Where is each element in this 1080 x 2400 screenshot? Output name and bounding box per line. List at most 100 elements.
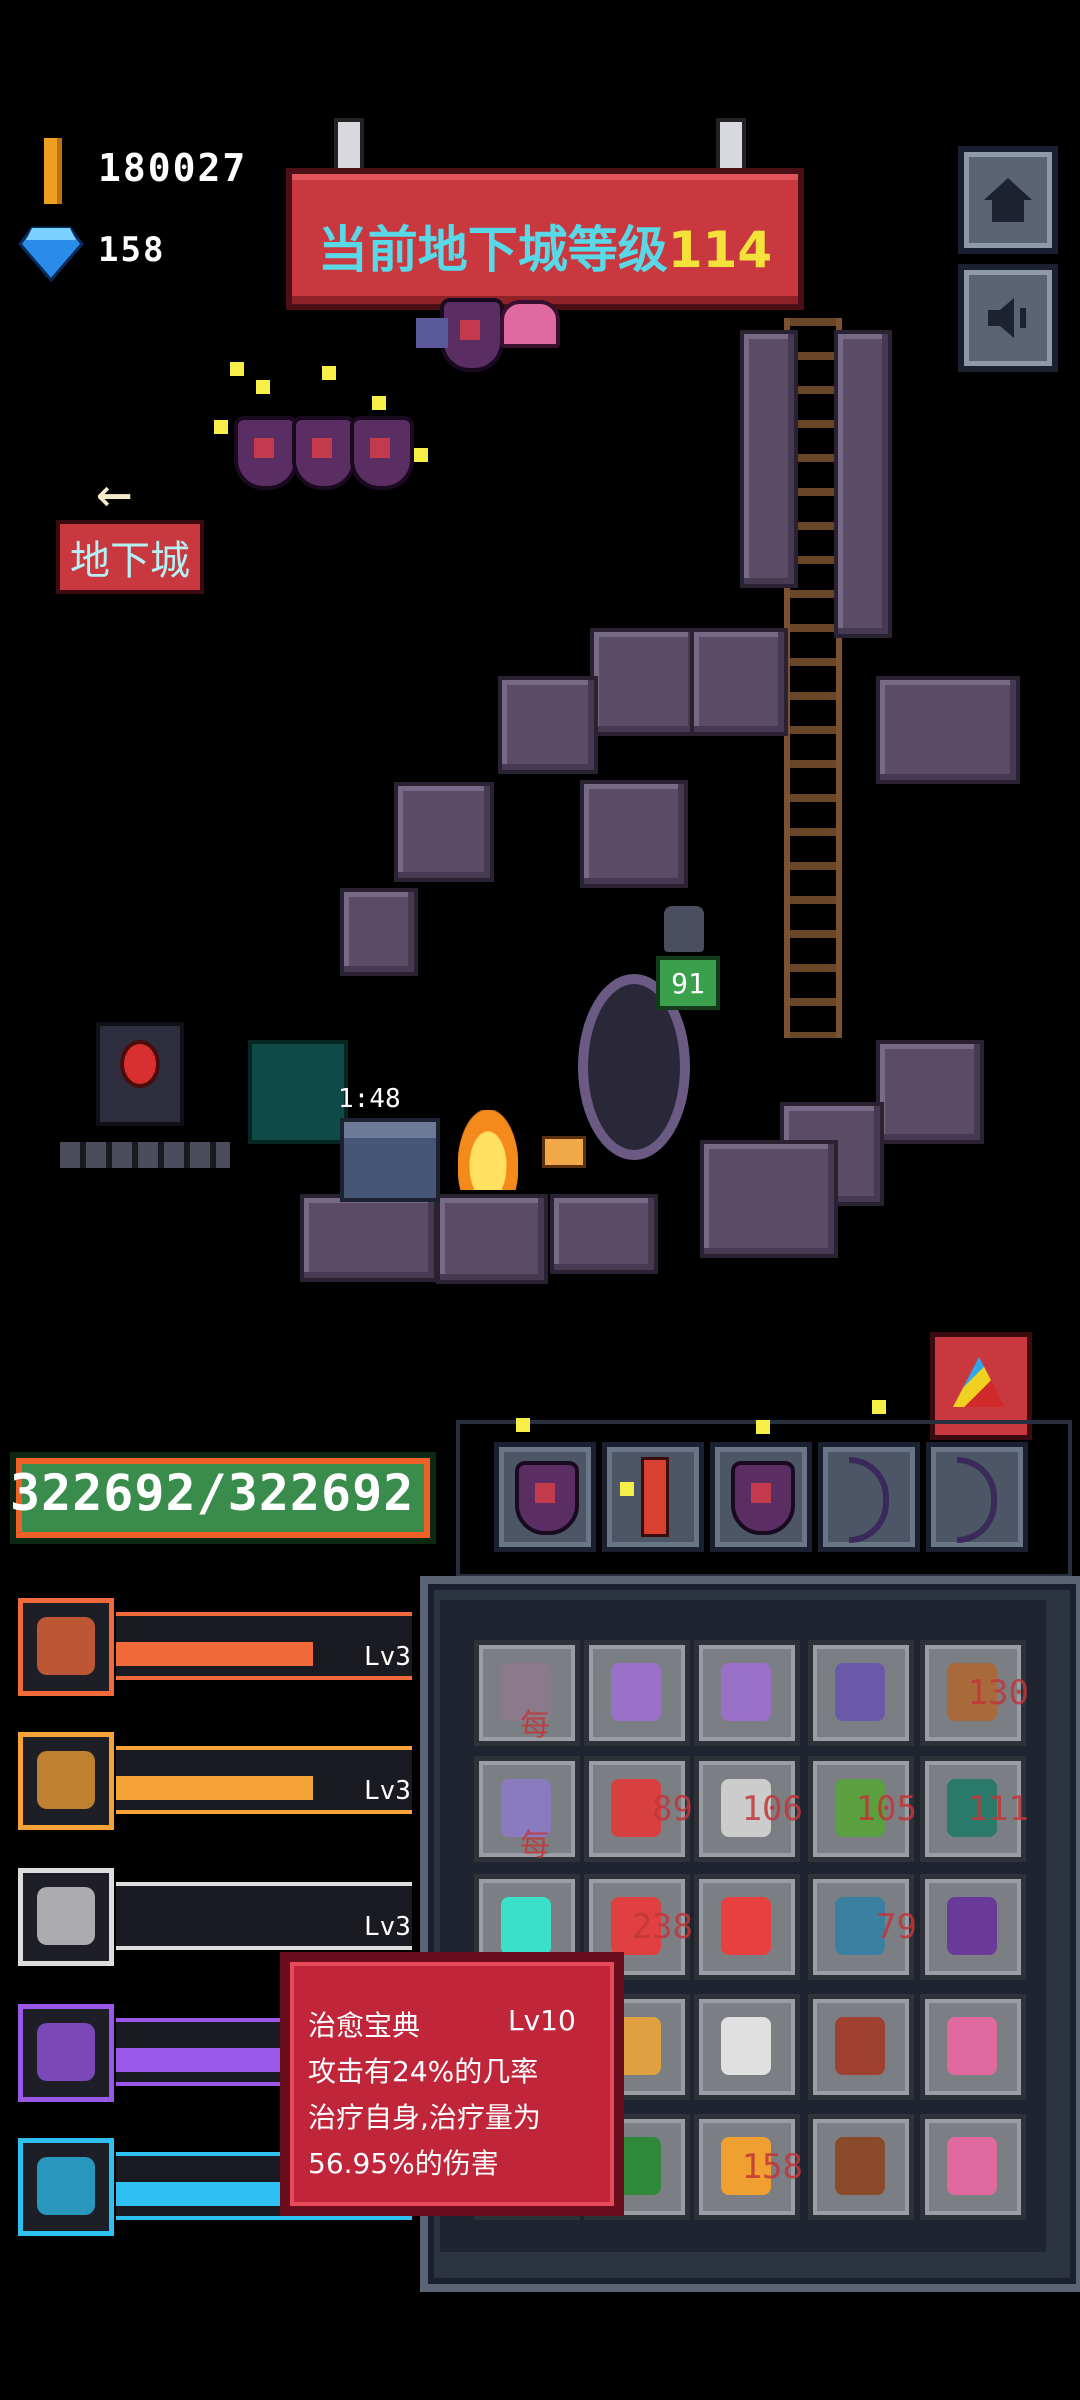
loot-shield-2[interactable]: [292, 416, 356, 490]
sparkle: [214, 420, 228, 434]
diamond-icon: [18, 226, 84, 282]
inventory-slot[interactable]: [920, 1874, 1026, 1980]
hp-text: 322692/322692: [10, 1464, 415, 1522]
item-count: 106: [741, 1789, 803, 1829]
rock: [876, 676, 1020, 784]
floating-wing: [416, 318, 448, 348]
sparkle: [414, 448, 428, 462]
item-icon: [835, 1663, 885, 1721]
banner-level: 114: [667, 221, 773, 279]
skill-icon-art: [37, 1617, 95, 1675]
item-icon: [721, 1663, 771, 1721]
back-arrow-icon[interactable]: ←: [96, 458, 132, 528]
item-count: 111: [967, 1789, 1029, 1829]
treasure-chest[interactable]: [340, 1118, 440, 1202]
inventory-slot[interactable]: [920, 2114, 1026, 2220]
item-icon: [721, 1897, 771, 1955]
inventory-slot[interactable]: 158: [694, 2114, 803, 2220]
boot-icon[interactable]: [18, 1868, 114, 1966]
tooltip-line-1: 攻击有24%的几率: [308, 2055, 539, 2088]
skill-xp-fill: [116, 2048, 296, 2072]
helmet-icon[interactable]: [18, 1598, 114, 1696]
item-label: 每: [520, 1828, 550, 1863]
inventory-slot[interactable]: 89: [584, 1756, 693, 1862]
equip-slot-rocket[interactable]: [602, 1442, 704, 1552]
skill-icon-art: [37, 2157, 95, 2215]
inventory-slot[interactable]: [694, 1874, 800, 1980]
item-count: 158: [741, 2147, 803, 2187]
sparkle: [756, 1420, 770, 1434]
rock-column: [834, 330, 892, 638]
bow-icon: [849, 1457, 889, 1543]
sparkle: [872, 1400, 886, 1414]
item-label: 每: [520, 1708, 550, 1743]
item-count: 79: [876, 1907, 917, 1947]
tooltip-title: 治愈宝典: [308, 2009, 421, 2042]
inventory-slot[interactable]: [920, 1994, 1026, 2100]
bow-arrows-icon[interactable]: [18, 2138, 114, 2236]
item-count: 238: [631, 1907, 693, 1947]
equip-slot-bow-2[interactable]: [926, 1442, 1028, 1552]
item-count: 130: [967, 1673, 1029, 1713]
cat-npc[interactable]: [664, 906, 704, 952]
item-count: 89: [652, 1789, 693, 1829]
inventory-slot[interactable]: 130: [920, 1640, 1029, 1746]
sparkle: [372, 396, 386, 410]
inventory-slot[interactable]: [808, 1640, 914, 1746]
rock: [690, 628, 788, 736]
dungeon-button[interactable]: 地下城: [56, 520, 204, 594]
equip-slot-shield[interactable]: [494, 1442, 596, 1552]
skill-level: Lv3: [364, 1912, 411, 1942]
inventory-slot[interactable]: 105: [808, 1756, 917, 1862]
house-icon: [984, 178, 1032, 222]
teal-block: [248, 1040, 348, 1144]
item-icon: [947, 2017, 997, 2075]
signpost[interactable]: [542, 1136, 586, 1168]
inventory-slot[interactable]: [694, 1994, 800, 2100]
rock: [590, 628, 698, 736]
inventory-slot[interactable]: [808, 1994, 914, 2100]
shield-icon: [731, 1461, 795, 1535]
gem-amount: 158: [98, 230, 166, 270]
skill-xp-fill: [116, 1642, 313, 1666]
inventory-slot[interactable]: 106: [694, 1756, 803, 1862]
rocket-icon: [641, 1457, 669, 1537]
rock: [550, 1194, 658, 1274]
loot-shield-3[interactable]: [350, 416, 414, 490]
campfire-icon[interactable]: [458, 1110, 518, 1190]
rock: [580, 780, 688, 888]
sound-button[interactable]: [958, 264, 1058, 372]
wand-icon[interactable]: [18, 2004, 114, 2102]
rock: [300, 1194, 438, 1282]
tooltip-level: Lv10: [508, 2004, 576, 2037]
speaker-icon: [988, 298, 1026, 338]
item-icon: [835, 2017, 885, 2075]
inventory-slot[interactable]: [808, 2114, 914, 2220]
gold-amount: 180027: [98, 146, 248, 190]
rock: [394, 782, 494, 882]
equip-slot-shield-2[interactable]: [710, 1442, 812, 1552]
inventory-slot[interactable]: [694, 1640, 800, 1746]
banner-label: 当前地下城等级: [317, 221, 668, 279]
red-eye-gem-icon: [120, 1040, 160, 1088]
inventory-slot[interactable]: [584, 1640, 690, 1746]
bridge: [60, 1142, 230, 1168]
floating-pink-axe: [500, 300, 560, 348]
inventory-slot[interactable]: 79: [808, 1874, 917, 1980]
bow-icon: [957, 1457, 997, 1543]
tooltip-line-2: 治疗自身,治疗量为: [308, 2101, 541, 2134]
dungeon-level-banner: 当前地下城等级114: [286, 168, 804, 310]
loot-shield-1[interactable]: [234, 416, 298, 490]
inventory-slot[interactable]: 111: [920, 1756, 1029, 1862]
home-button[interactable]: [958, 146, 1058, 254]
item-icon: [947, 2137, 997, 2195]
item-icon: [835, 2137, 885, 2195]
chest-timer: 1:48: [338, 1084, 401, 1114]
item-icon: [611, 1663, 661, 1721]
sparkle: [322, 366, 336, 380]
rock: [876, 1040, 984, 1144]
crossed-swords-icon[interactable]: [18, 1732, 114, 1830]
skill-icon-art: [37, 2023, 95, 2081]
equip-slot-bow[interactable]: [818, 1442, 920, 1552]
sparkle: [620, 1482, 634, 1496]
